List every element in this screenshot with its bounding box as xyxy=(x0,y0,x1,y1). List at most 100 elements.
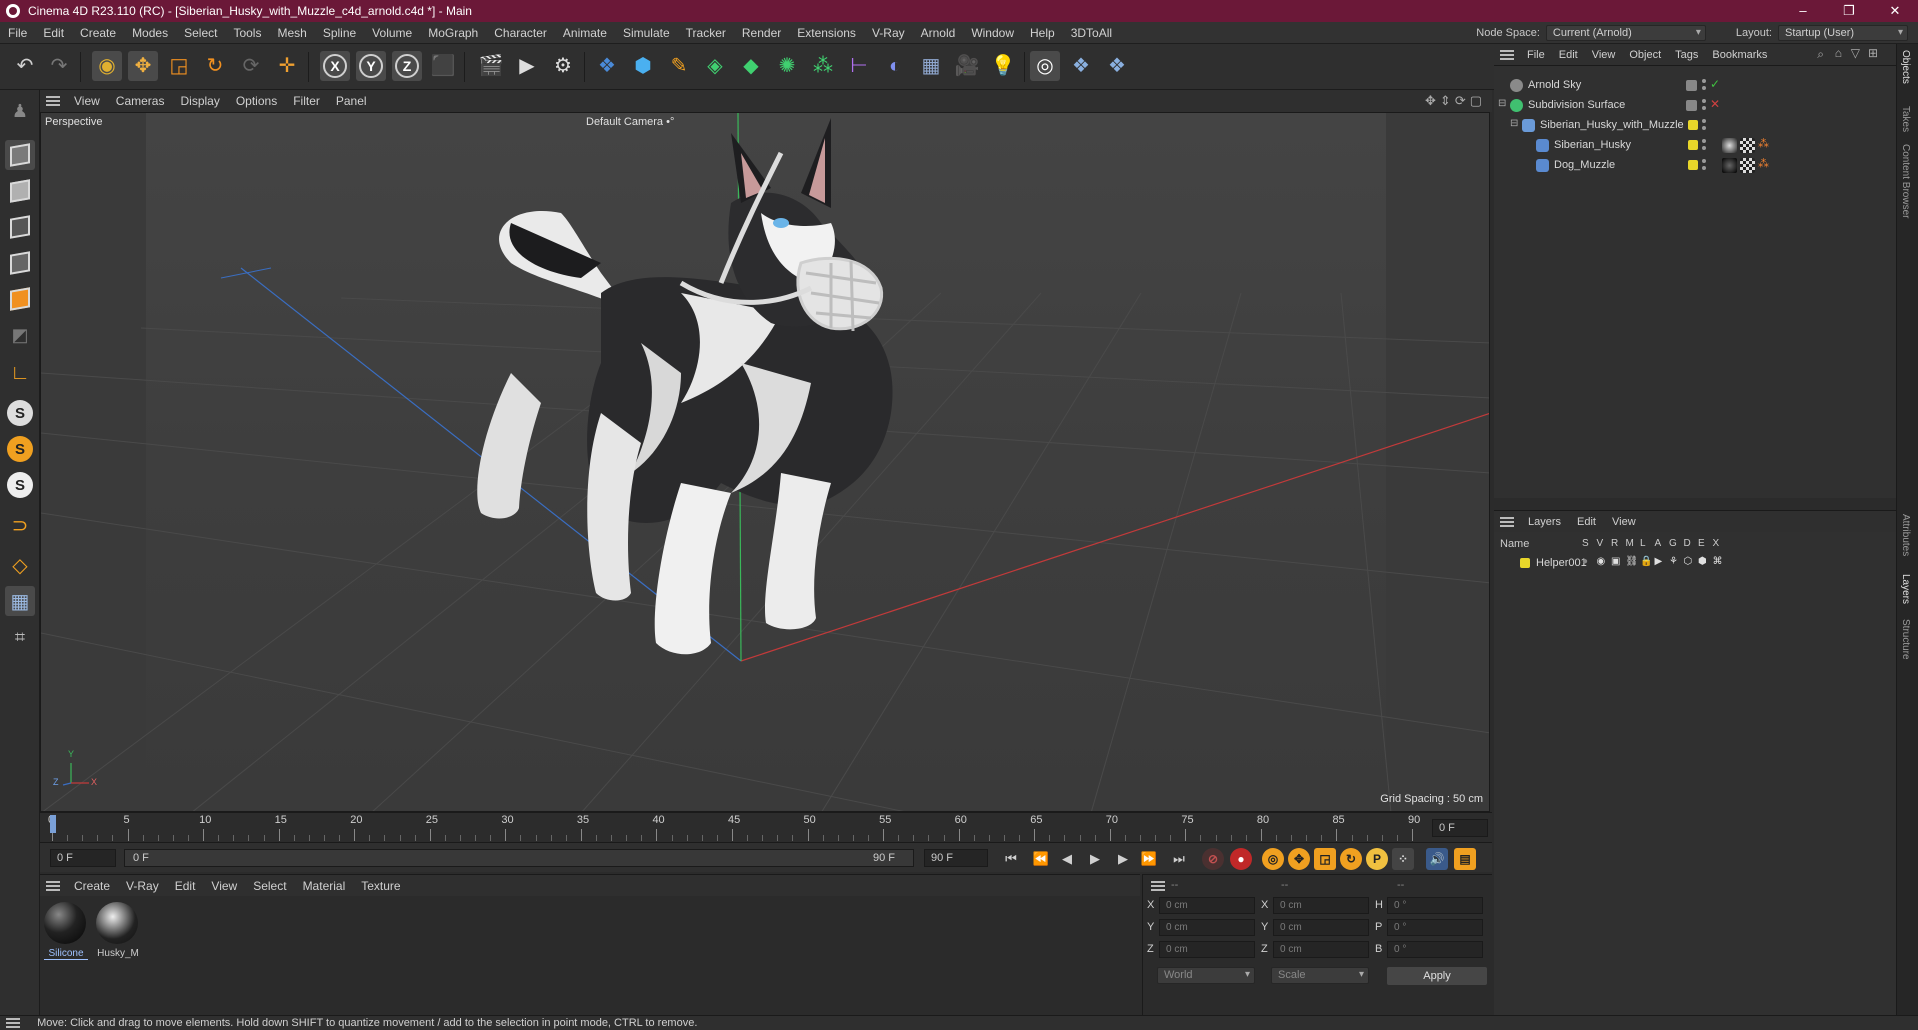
snap-button[interactable]: S xyxy=(5,398,35,428)
pos-y-field[interactable]: 0 cm xyxy=(1159,919,1255,936)
render-picture-viewer-button[interactable]: ▶ xyxy=(512,51,542,81)
scale-tool-button[interactable]: ◲ xyxy=(164,51,194,81)
viewport-hamburger-icon[interactable] xyxy=(46,96,60,106)
arnold-button[interactable]: ◎ xyxy=(1030,51,1060,81)
edit-flag-icon[interactable] xyxy=(1686,100,1697,111)
prev-key-button[interactable]: ⏪ xyxy=(1030,849,1052,869)
snap-settings-button[interactable]: S xyxy=(5,434,35,464)
solo-dot-icon[interactable]: ● xyxy=(1582,556,1588,567)
menu-select[interactable]: Select xyxy=(176,26,225,40)
checker-tag-icon[interactable] xyxy=(1740,138,1755,153)
object-row-subdivision-surface[interactable]: ⊟ Subdivision Surface ✕ xyxy=(1494,96,1896,115)
workplane-grid-button[interactable]: ◇ xyxy=(5,550,35,580)
objects-hamburger-icon[interactable] xyxy=(1500,49,1514,60)
viewport-menu-options[interactable]: Options xyxy=(228,94,285,108)
layers-hamburger-icon[interactable] xyxy=(1500,516,1514,527)
deformer-button[interactable]: ⊢ xyxy=(844,51,874,81)
obj-search-icon[interactable]: ⌕ xyxy=(1817,47,1824,62)
expand-toggle-icon[interactable]: ⊟ xyxy=(1510,118,1518,129)
mat-menu-vray[interactable]: V-Ray xyxy=(118,879,167,893)
tab-attributes[interactable]: Attributes xyxy=(1900,514,1911,556)
rot-h-field[interactable]: 0 ° xyxy=(1387,897,1483,914)
checker-tag-icon[interactable] xyxy=(1740,158,1755,173)
timeline-ruler[interactable]: 051015202530354045505560657075808590 0 F xyxy=(40,812,1492,842)
menu-arnold[interactable]: Arnold xyxy=(913,26,964,40)
visibility-dots-icon[interactable] xyxy=(1702,158,1707,172)
mograph-button[interactable]: ⁂ xyxy=(808,51,838,81)
layer-color-swatch[interactable] xyxy=(1520,558,1530,568)
python-plugin-button[interactable]: ❖ xyxy=(1066,51,1096,81)
lock-z-axis-button[interactable]: Z xyxy=(392,51,422,81)
field-button[interactable]: ◐ xyxy=(880,51,910,81)
coord-space-dropdown[interactable]: World xyxy=(1157,967,1255,984)
object-row-siberian-husky-with-muzzle[interactable]: ⊟ Siberian_Husky_with_Muzzle xyxy=(1494,116,1896,135)
pos-x-field[interactable]: 0 cm xyxy=(1159,897,1255,914)
python-script-button[interactable]: ❖ xyxy=(592,51,622,81)
layer-color-swatch[interactable] xyxy=(1688,120,1698,130)
pos-z-field[interactable]: 0 cm xyxy=(1159,941,1255,958)
layer-column-d[interactable]: D xyxy=(1684,538,1691,549)
material-silicone[interactable]: Silicone xyxy=(44,902,88,960)
viewport-menu-filter[interactable]: Filter xyxy=(285,94,328,108)
next-frame-button[interactable]: ▶ xyxy=(1112,849,1134,869)
obj-new-window-icon[interactable]: ⊞ xyxy=(1868,46,1878,60)
extrude-button[interactable]: ◆ xyxy=(736,51,766,81)
viewport-menu-view[interactable]: View xyxy=(66,94,108,108)
rotate-tool-button[interactable]: ↻ xyxy=(200,51,230,81)
minimize-button[interactable]: – xyxy=(1780,0,1826,22)
layer-column-l[interactable]: L xyxy=(1640,538,1646,549)
viewport-camera-label[interactable]: Default Camera •° xyxy=(586,116,674,128)
coords-hamburger-icon[interactable] xyxy=(1151,881,1165,891)
deformer-icon[interactable]: ⬡ xyxy=(1684,556,1693,567)
menu-create[interactable]: Create xyxy=(72,26,124,40)
restore-button[interactable]: ❐ xyxy=(1826,0,1872,22)
layout-dropdown[interactable]: Startup (User) xyxy=(1778,25,1908,41)
menu-tracker[interactable]: Tracker xyxy=(678,26,734,40)
next-key-button[interactable]: ⏩ xyxy=(1138,849,1160,869)
goto-end-button[interactable]: ⏭ xyxy=(1168,849,1190,869)
timeline-playhead[interactable] xyxy=(50,815,56,833)
render-settings-button[interactable]: ⚙ xyxy=(548,51,578,81)
disabled-x-icon[interactable]: ✕ xyxy=(1710,97,1720,111)
layer-column-x[interactable]: X xyxy=(1713,538,1720,549)
key-rotation-button[interactable]: ◎ xyxy=(1262,848,1284,870)
viewport-menu-panel[interactable]: Panel xyxy=(328,94,375,108)
obj-menu-tags[interactable]: Tags xyxy=(1668,49,1705,61)
mat-menu-select[interactable]: Select xyxy=(245,879,294,893)
move-tool-button[interactable]: ✥ xyxy=(128,51,158,81)
points-mode-button[interactable] xyxy=(5,212,35,242)
menu-mograph[interactable]: MoGraph xyxy=(420,26,486,40)
menu-character[interactable]: Character xyxy=(486,26,555,40)
menu-tools[interactable]: Tools xyxy=(225,26,269,40)
floor-button[interactable]: ▦ xyxy=(916,51,946,81)
tab-layers[interactable]: Layers xyxy=(1900,574,1911,604)
visibility-dots-icon[interactable] xyxy=(1702,118,1707,132)
render-icon[interactable]: ▣ xyxy=(1611,556,1620,567)
menu-modes[interactable]: Modes xyxy=(124,26,176,40)
locked-workplane-button[interactable]: ▦ xyxy=(5,586,35,616)
layer-column-a[interactable]: A xyxy=(1655,538,1662,549)
material-husky[interactable]: Husky_M xyxy=(96,902,140,959)
enabled-check-icon[interactable]: ✓ xyxy=(1710,77,1720,91)
object-row-siberian-husky[interactable]: Siberian_Husky ⁂ xyxy=(1494,136,1896,155)
pen-spline-button[interactable]: ✎ xyxy=(664,51,694,81)
menu-3dtoall[interactable]: 3DToAll xyxy=(1063,26,1120,40)
viewport-menu-cameras[interactable]: Cameras xyxy=(108,94,173,108)
layer-column-v[interactable]: V xyxy=(1597,538,1604,549)
cube-object-button[interactable]: ⬢ xyxy=(628,51,658,81)
end-frame-field[interactable]: 90 F xyxy=(924,849,988,867)
coord-mode-dropdown[interactable]: Scale xyxy=(1271,967,1369,984)
frame-range-slider[interactable]: 0 F 90 F xyxy=(124,849,914,867)
live-selection-button[interactable]: ◉ xyxy=(92,51,122,81)
expression-icon[interactable]: ⬢ xyxy=(1698,556,1707,567)
generator-icon[interactable]: ⚘ xyxy=(1669,556,1678,567)
menu-window[interactable]: Window xyxy=(963,26,1022,40)
layer-row-helper001[interactable]: Helper001 ● ◉ ▣ ⛓ 🔒 ▶ ⚘ ⬡ ⬢ ⌘ xyxy=(1494,554,1896,573)
make-editable-button[interactable]: ♟ xyxy=(5,96,35,126)
apply-button[interactable]: Apply xyxy=(1387,967,1487,985)
magnet-button[interactable]: ⊃ xyxy=(5,510,35,540)
tab-content-browser[interactable]: Content Browser xyxy=(1900,144,1911,218)
obj-menu-file[interactable]: File xyxy=(1520,49,1552,61)
edit-flag-icon[interactable] xyxy=(1686,80,1697,91)
lock-x-axis-button[interactable]: X xyxy=(320,51,350,81)
